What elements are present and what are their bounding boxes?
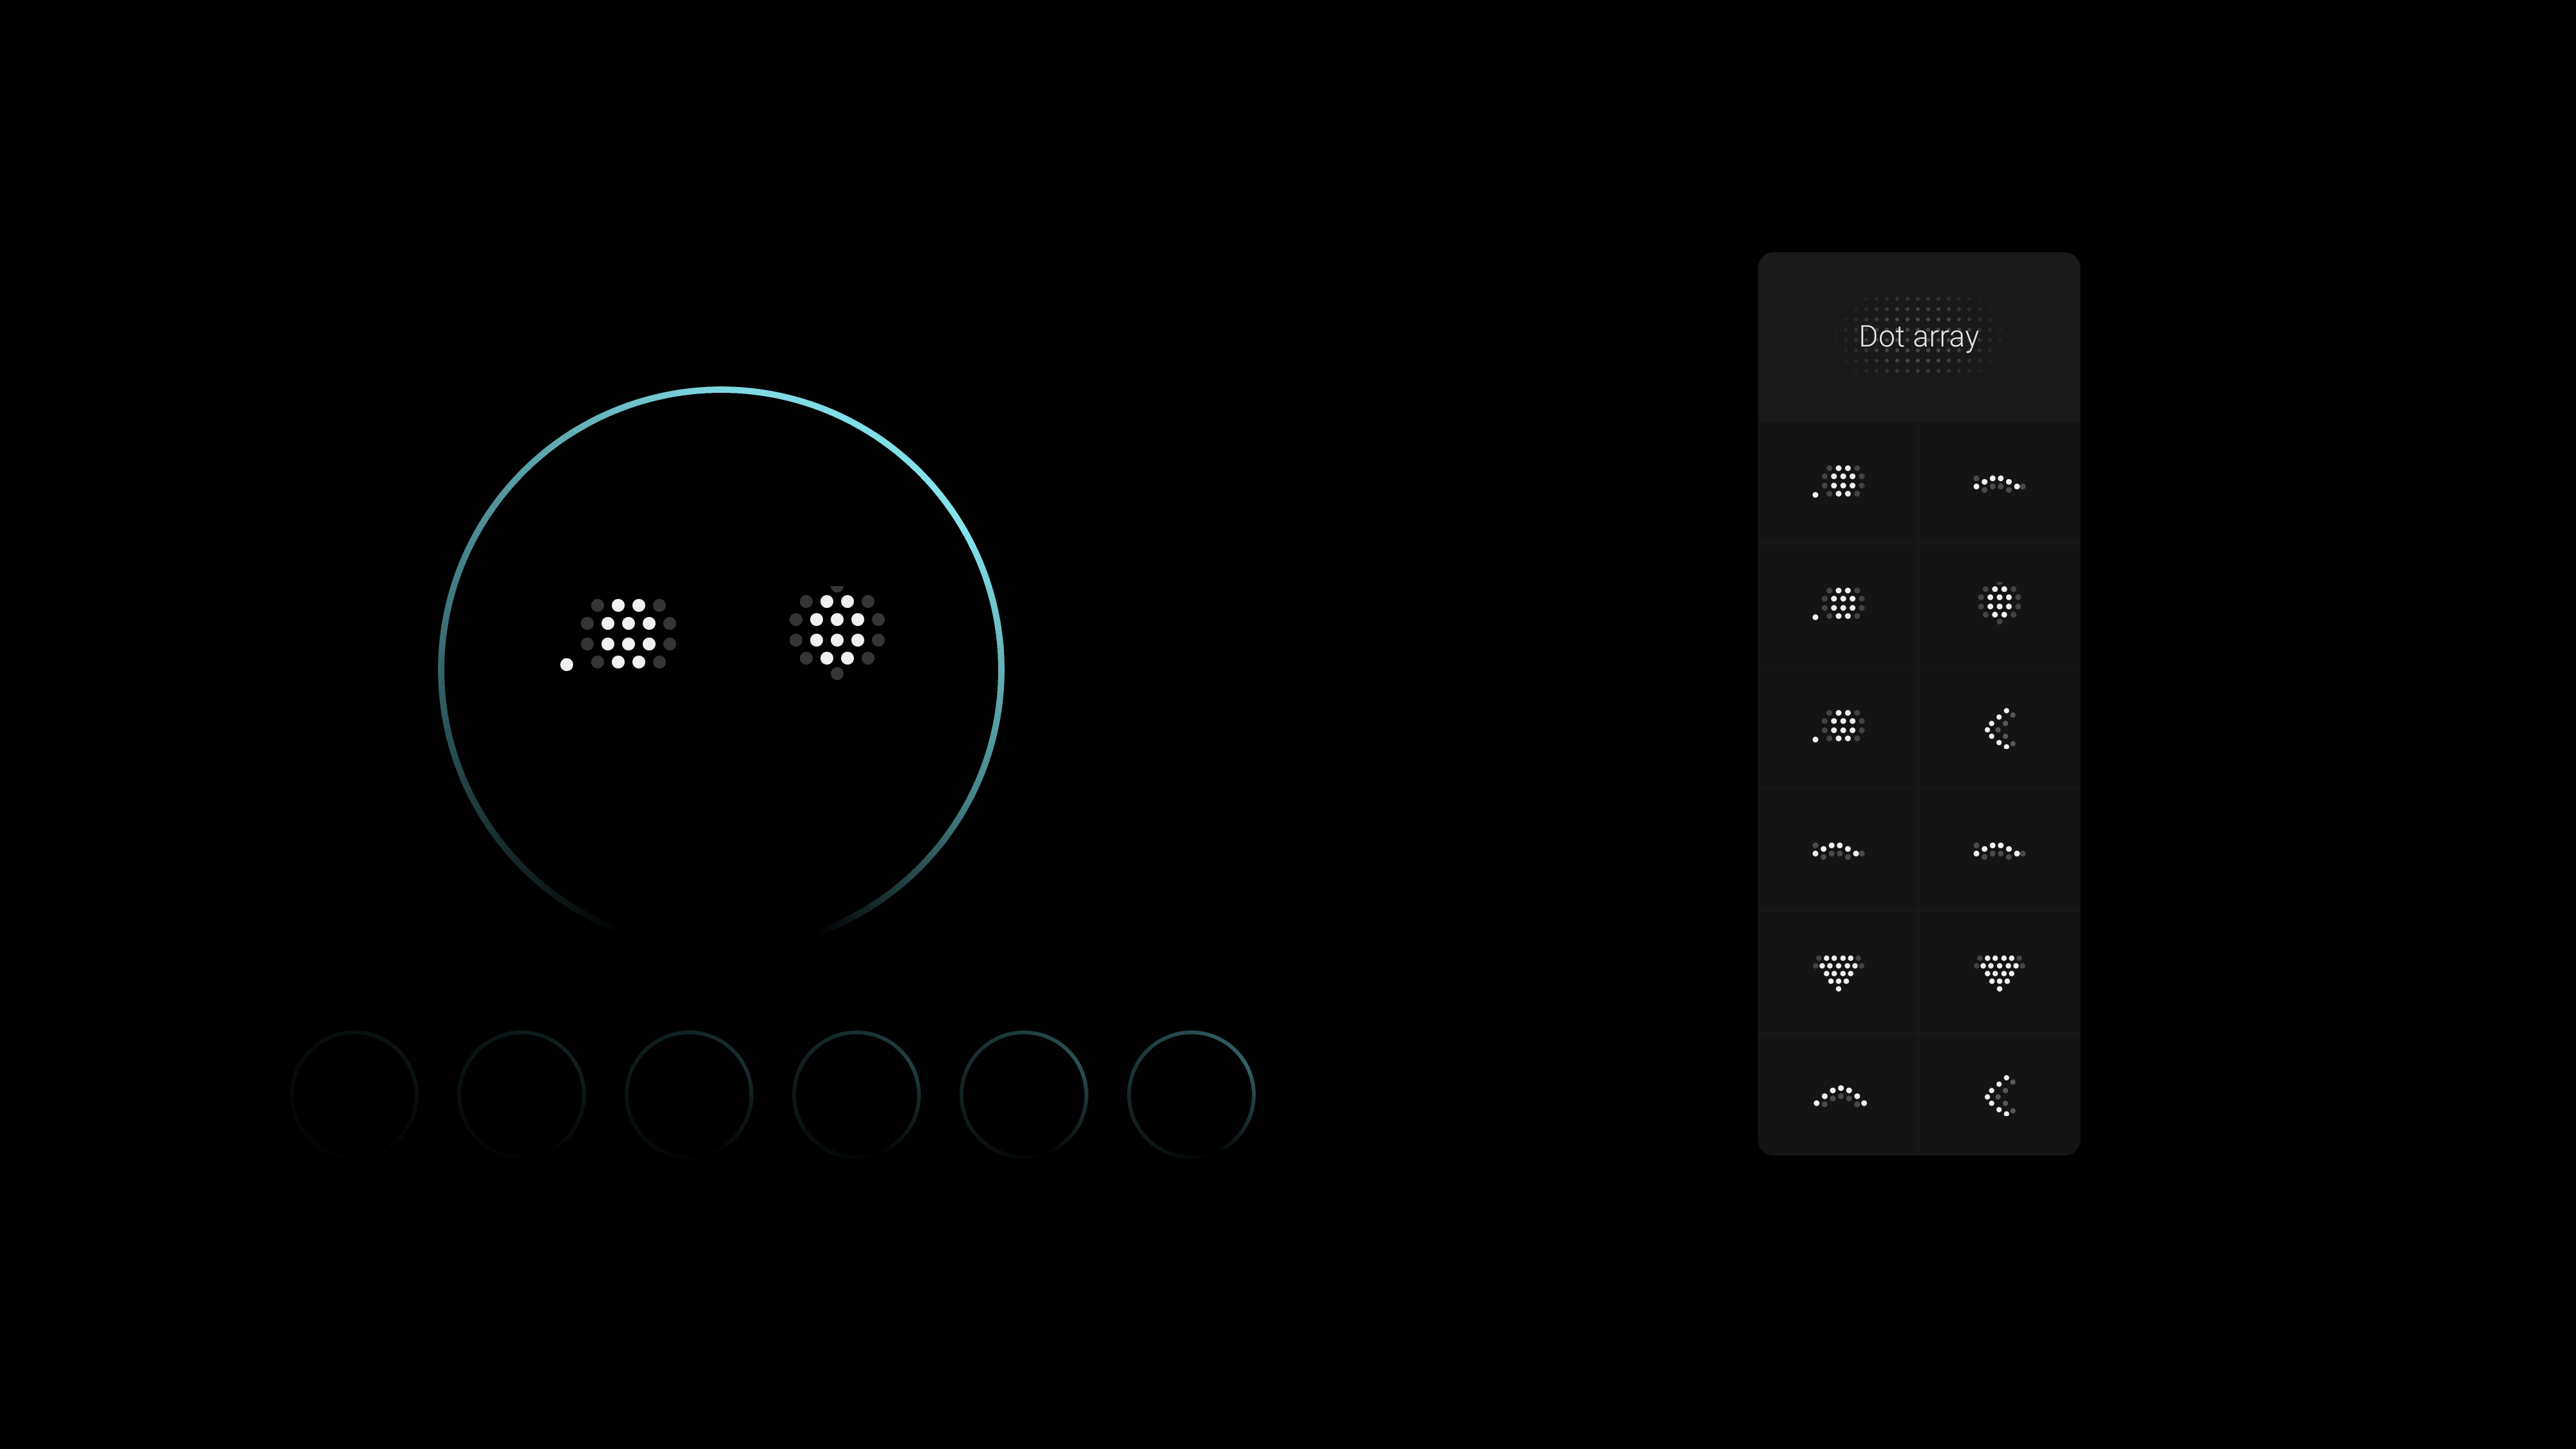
wave-low-icon xyxy=(1810,838,1868,862)
avatar-right-eye xyxy=(786,586,889,689)
panel-title: Dot array xyxy=(1859,319,1979,354)
eye-option-6-left[interactable] xyxy=(1758,1033,1919,1155)
avatar-stage xyxy=(309,206,1468,1108)
arc-up-icon xyxy=(1810,1080,1868,1109)
chevron-left-icon xyxy=(1981,1074,2018,1116)
avatar-face xyxy=(554,586,889,689)
eye-option-5-left[interactable] xyxy=(1758,911,1919,1033)
heart-icon xyxy=(1811,951,1866,994)
wave-low-icon xyxy=(1971,471,2029,495)
hash-cluster-icon xyxy=(786,586,889,689)
eye-options-grid xyxy=(1758,421,2080,1155)
minus-lens-icon xyxy=(1810,462,1868,503)
ring-variant-5[interactable] xyxy=(960,1030,1088,1159)
minus-lens-icon xyxy=(1810,585,1868,625)
wave-low-icon xyxy=(1971,838,2029,862)
ring-variant-2[interactable] xyxy=(457,1030,586,1159)
eye-option-4-left[interactable] xyxy=(1758,788,1919,911)
avatar-left-eye xyxy=(554,592,683,683)
minus-lens-icon xyxy=(1810,707,1868,748)
ring-variant-3[interactable] xyxy=(625,1030,753,1159)
eye-option-3-left[interactable] xyxy=(1758,666,1919,788)
eye-option-3-right[interactable] xyxy=(1919,666,2080,788)
panel-title-chip: Dot array xyxy=(1820,294,2018,380)
minus-lens-icon xyxy=(554,592,683,683)
eye-option-4-right[interactable] xyxy=(1919,788,2080,911)
eye-option-6-right[interactable] xyxy=(1919,1033,2080,1155)
ring-variant-1[interactable] xyxy=(290,1030,419,1159)
panel-header: Dot array xyxy=(1758,252,2080,421)
eye-option-2-right[interactable] xyxy=(1919,544,2080,666)
eye-option-1-right[interactable] xyxy=(1919,421,2080,544)
eye-option-1-left[interactable] xyxy=(1758,421,1919,544)
ring-variants-row xyxy=(290,1030,1256,1159)
eye-option-2-left[interactable] xyxy=(1758,544,1919,666)
eye-style-panel: Dot array xyxy=(1758,252,2080,1155)
ring-variant-4[interactable] xyxy=(792,1030,921,1159)
eye-option-5-right[interactable] xyxy=(1919,911,2080,1033)
heart-icon xyxy=(1972,951,2027,994)
ring-variant-6[interactable] xyxy=(1127,1030,1256,1159)
chevron-left-icon xyxy=(1981,706,2018,749)
hash-cluster-icon xyxy=(1976,582,2023,629)
